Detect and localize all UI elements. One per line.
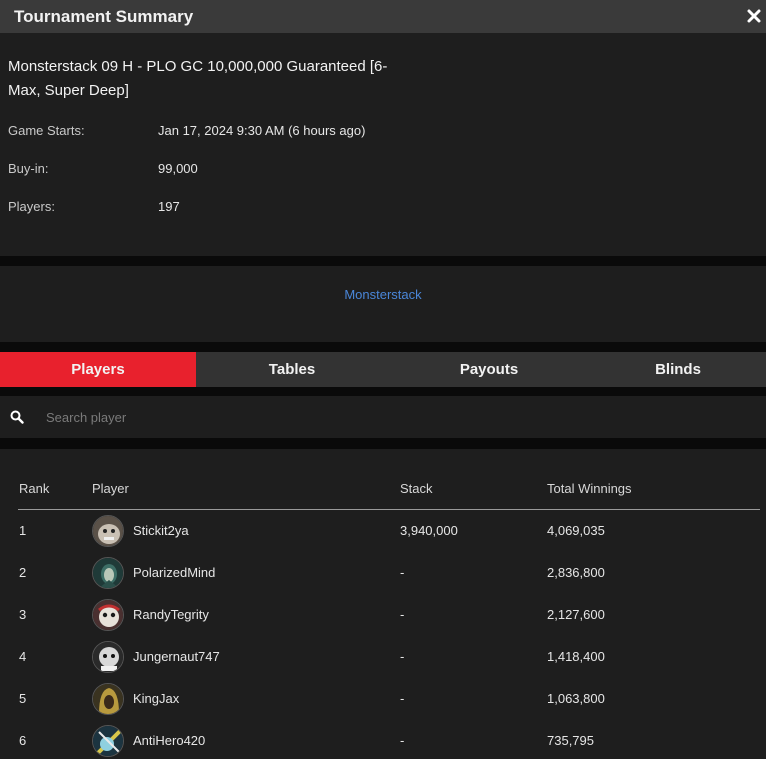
buy-in-label: Buy-in: — [8, 161, 49, 176]
rank-cell: 2 — [19, 565, 27, 580]
header-stack[interactable]: Stack — [400, 481, 433, 496]
stack-cell: 3,940,000 — [400, 523, 458, 538]
rank-cell: 3 — [19, 607, 27, 622]
table-row[interactable]: 4 Jungernaut747 - 1,418,400 — [18, 636, 760, 678]
rank-cell: 5 — [19, 691, 27, 706]
players-value: 197 — [158, 199, 180, 214]
players-label: Players: — [8, 199, 55, 214]
buy-in-value: 99,000 — [158, 161, 198, 176]
rank-cell: 6 — [19, 733, 27, 748]
search-input[interactable] — [40, 404, 740, 430]
winnings-cell: 2,127,600 — [547, 607, 605, 622]
player-name[interactable]: Stickit2ya — [133, 523, 189, 538]
game-starts-value: Jan 17, 2024 9:30 AM (6 hours ago) — [158, 123, 366, 138]
avatar — [92, 515, 124, 547]
player-name[interactable]: Jungernaut747 — [133, 649, 220, 664]
winnings-cell: 4,069,035 — [547, 523, 605, 538]
series-panel: Monsterstack — [0, 266, 766, 342]
winnings-cell: 2,836,800 — [547, 565, 605, 580]
avatar — [92, 599, 124, 631]
close-icon[interactable] — [746, 8, 762, 24]
table-row[interactable]: 3 RandyTegrity - 2,127,600 — [18, 594, 760, 636]
stack-cell: - — [400, 565, 405, 580]
stack-cell: - — [400, 607, 405, 622]
winnings-cell: 1,063,800 — [547, 691, 605, 706]
game-starts-label: Game Starts: — [8, 123, 85, 138]
player-name[interactable]: KingJax — [133, 691, 179, 706]
winnings-cell: 1,418,400 — [547, 649, 605, 664]
table-row[interactable]: 6 AntiHero420 - 735,795 — [18, 720, 760, 759]
table-row[interactable]: 5 KingJax - 1,063,800 — [18, 678, 760, 720]
avatar — [92, 683, 124, 715]
window-title: Tournament Summary — [14, 7, 194, 26]
avatar — [92, 641, 124, 673]
avatar — [92, 725, 124, 757]
header-rank[interactable]: Rank — [19, 481, 49, 496]
tab-blinds[interactable]: Blinds — [590, 352, 766, 387]
tab-bar: Players Tables Payouts Blinds — [0, 352, 766, 387]
stack-cell: - — [400, 649, 405, 664]
header-total-winnings[interactable]: Total Winnings — [547, 481, 632, 496]
players-table: Rank Player Stack Total Winnings 1 Stick… — [0, 449, 766, 759]
header-player[interactable]: Player — [92, 481, 129, 496]
player-name[interactable]: RandyTegrity — [133, 607, 209, 622]
stack-cell: - — [400, 691, 405, 706]
avatar — [92, 557, 124, 589]
tab-players[interactable]: Players — [0, 352, 196, 387]
search-icon — [10, 410, 24, 424]
table-row[interactable]: 2 PolarizedMind - 2,836,800 — [18, 552, 760, 594]
player-name[interactable]: PolarizedMind — [133, 565, 215, 580]
winnings-cell: 735,795 — [547, 733, 594, 748]
tournament-name: Monsterstack 09 H - PLO GC 10,000,000 Gu… — [8, 58, 388, 99]
tournament-summary-panel: Monsterstack 09 H - PLO GC 10,000,000 Gu… — [0, 33, 766, 256]
tab-payouts[interactable]: Payouts — [388, 352, 590, 387]
player-name[interactable]: AntiHero420 — [133, 733, 205, 748]
rank-cell: 1 — [19, 523, 27, 538]
rank-cell: 4 — [19, 649, 27, 664]
tab-tables[interactable]: Tables — [196, 352, 388, 387]
title-bar: Tournament Summary — [0, 0, 766, 33]
table-row[interactable]: 1 Stickit2ya 3,940,000 4,069,035 — [18, 510, 760, 552]
search-bar — [0, 396, 766, 438]
stack-cell: - — [400, 733, 405, 748]
series-link[interactable]: Monsterstack — [0, 287, 766, 302]
table-header: Rank Player Stack Total Winnings — [18, 449, 760, 510]
